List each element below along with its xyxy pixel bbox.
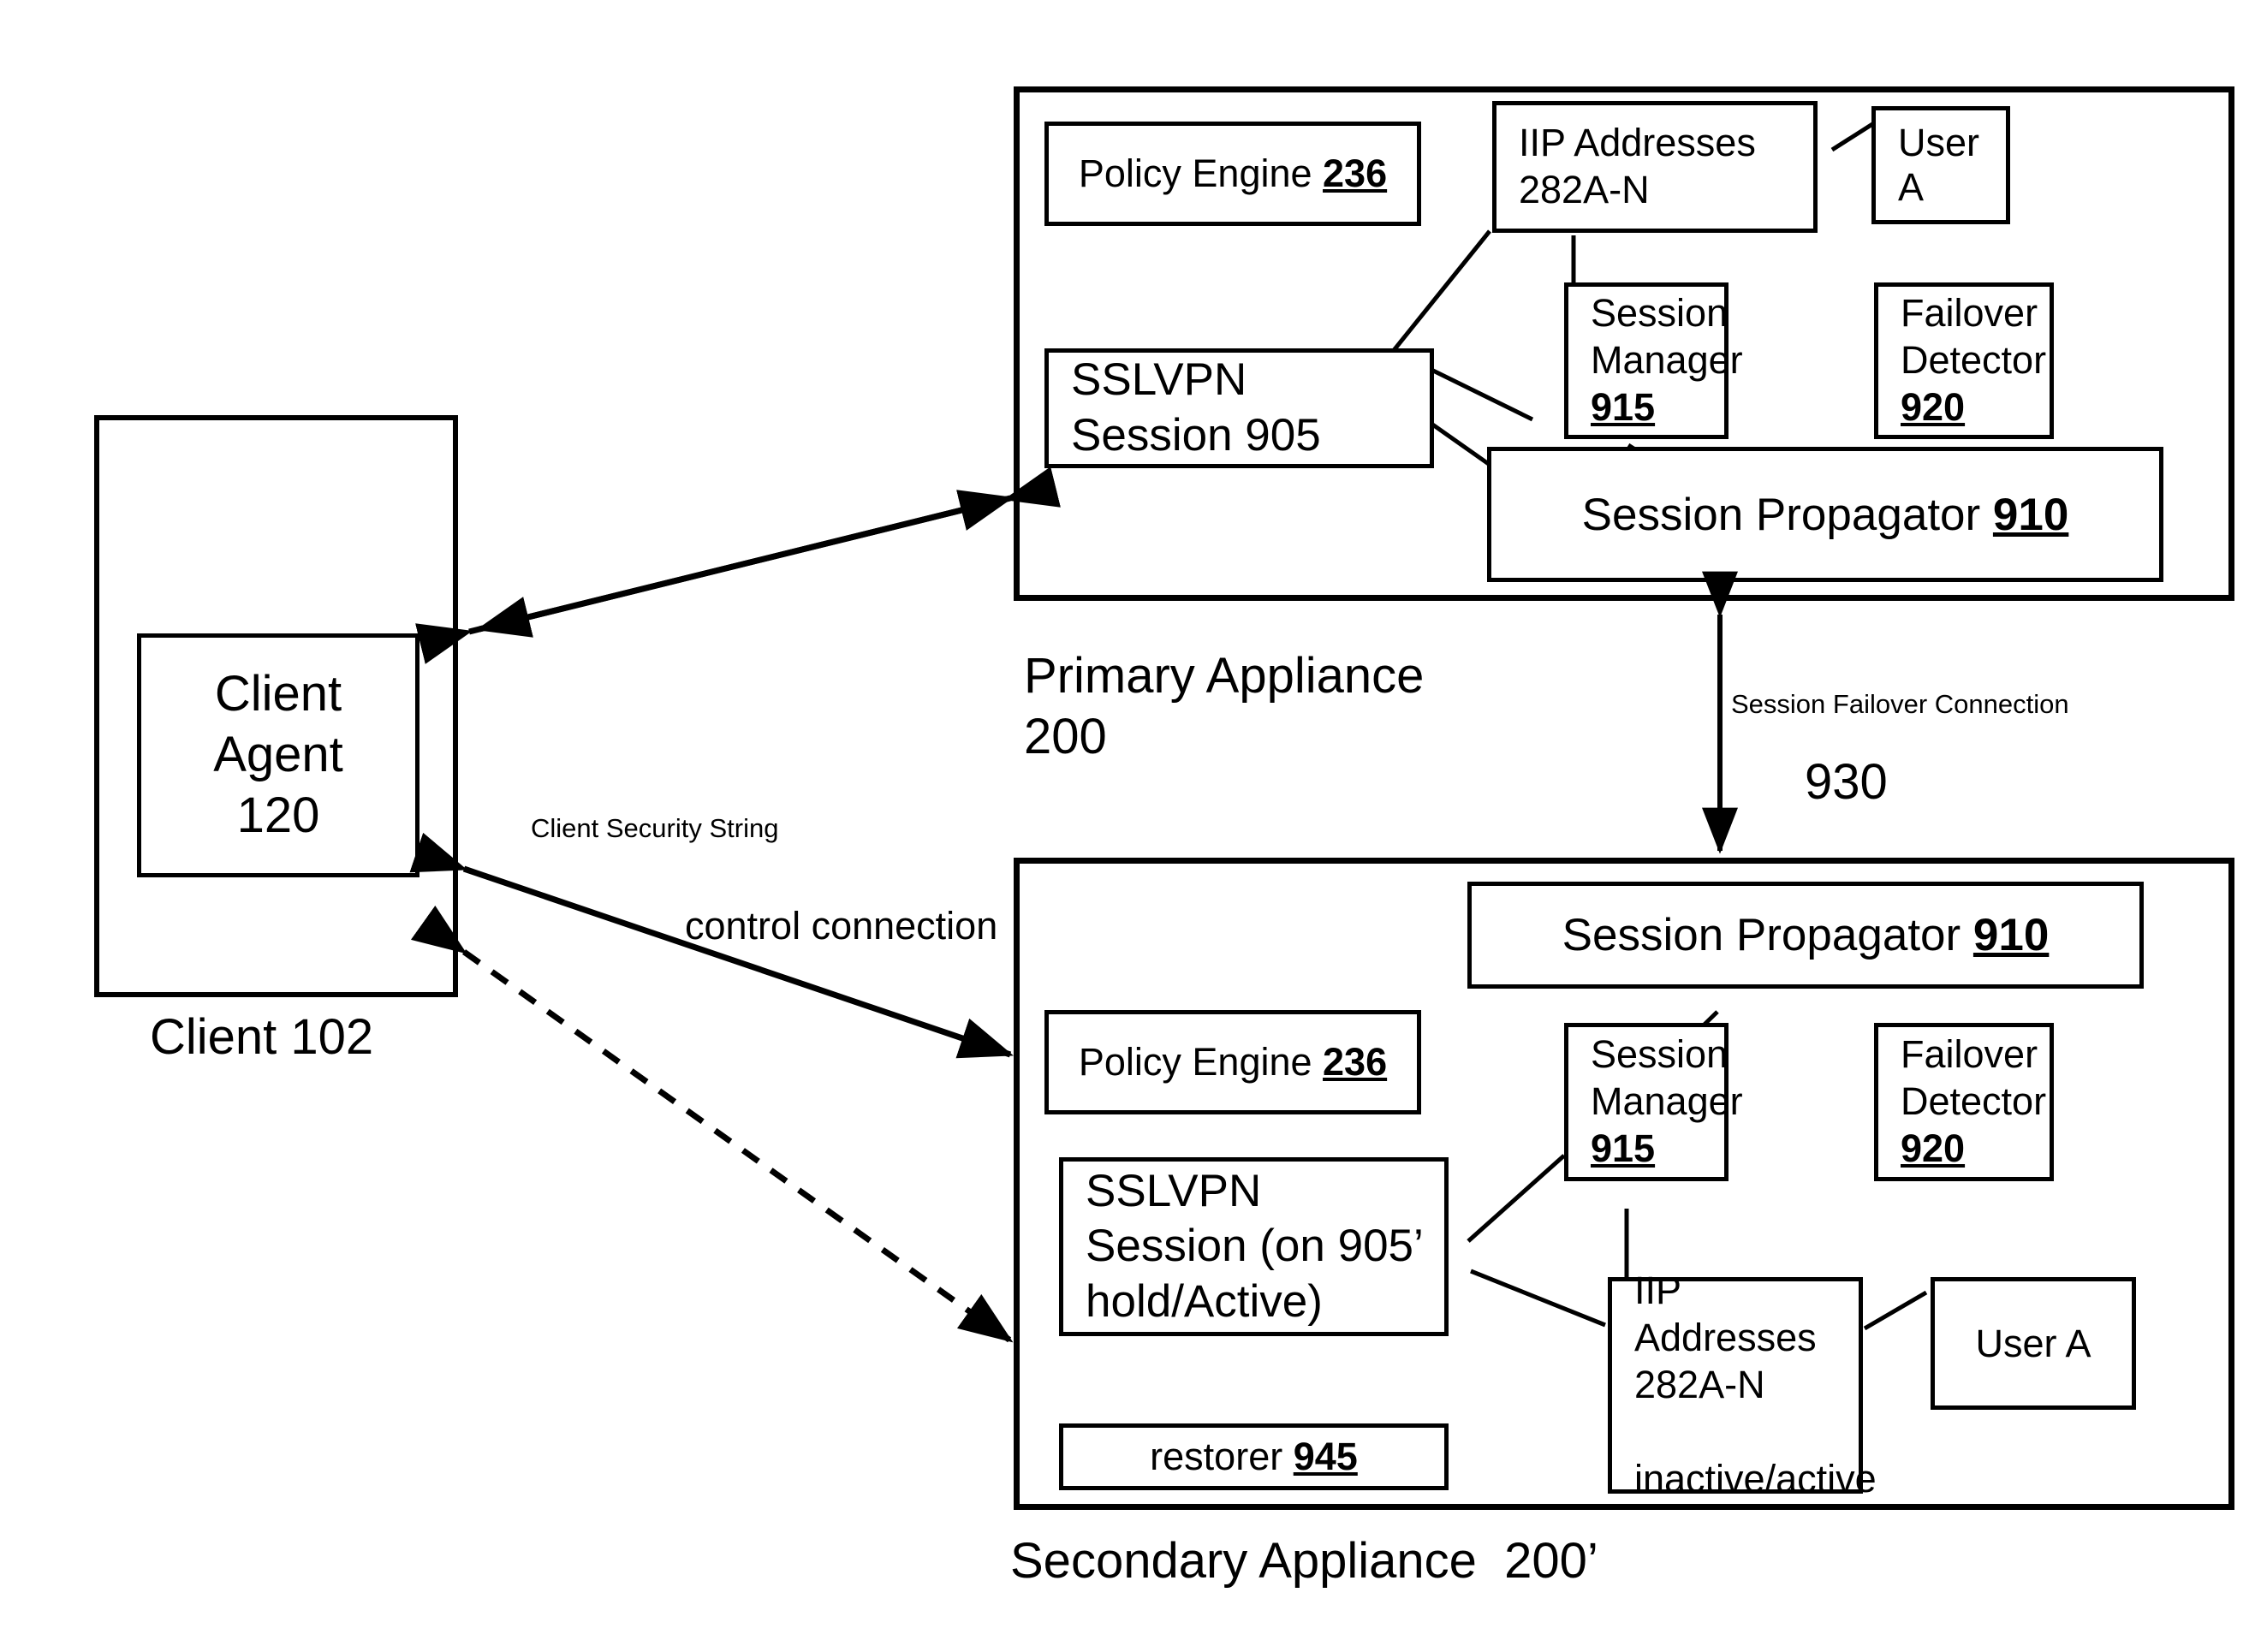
session-failover-connection-label: Session Failover Connection <box>1731 689 2069 719</box>
primary-session-manager-text: Session Manager <box>1591 291 1743 383</box>
control-connection-label: control connection <box>685 904 998 948</box>
primary-session-manager-label: Session Manager 915 <box>1591 290 1743 431</box>
secondary-sslvpn-session-box: SSLVPN Session (on 905’ hold/Active) <box>1059 1157 1449 1336</box>
primary-sslvpn-session-label: SSLVPN Session 905 <box>1071 354 1321 461</box>
secondary-session-propagator-box: Session Propagator 910 <box>1467 882 2144 989</box>
primary-user-a-label: User A <box>1898 121 1980 209</box>
arrow-client-to-primary <box>475 466 1061 638</box>
primary-session-propagator-label: Session Propagator 910 <box>1582 489 2069 541</box>
primary-session-manager-box: Session Manager 915 <box>1564 282 1743 439</box>
primary-session-propagator-box: Session Propagator 910 <box>1487 447 2163 582</box>
secondary-appliance-caption: Secondary Appliance 200’ <box>1010 1533 1598 1589</box>
secondary-iip-addresses-label: IIP Addresses 282A-N inactive/active <box>1634 1269 1877 1500</box>
secondary-failover-detector-label: Failover Detector 920 <box>1901 1031 2050 1173</box>
client-agent-label: Client Agent 120 <box>213 666 343 843</box>
session-failover-connection-ref: 930 <box>1805 754 1888 810</box>
primary-policy-engine-ref: 236 <box>1323 152 1388 195</box>
secondary-policy-engine-box: Policy Engine 236 <box>1044 1010 1421 1114</box>
secondary-policy-engine-label: Policy Engine 236 <box>1079 1040 1387 1084</box>
secondary-failover-detector-ref: 920 <box>1901 1126 1966 1170</box>
secondary-failover-detector-text: Failover Detector <box>1901 1032 2047 1124</box>
primary-session-manager-ref: 915 <box>1591 384 1656 429</box>
secondary-failover-detector-box: Failover Detector 920 <box>1874 1023 2054 1181</box>
secondary-policy-engine-ref: 236 <box>1323 1040 1388 1084</box>
secondary-session-propagator-label: Session Propagator 910 <box>1562 909 2050 961</box>
secondary-iip-addresses-box: IIP Addresses 282A-N inactive/active <box>1608 1269 1877 1500</box>
secondary-session-propagator-ref: 910 <box>1972 910 2050 960</box>
primary-failover-detector-box: Failover Detector 920 <box>1874 282 2054 439</box>
arrow-client-to-primary-b <box>415 490 1014 664</box>
secondary-session-manager-box: Session Manager 915 <box>1564 1023 1743 1181</box>
diagram-canvas: Client Agent 120 Client 102 Policy Engin… <box>0 0 2267 1652</box>
arrow-client-to-secondary-control <box>409 832 1014 1059</box>
secondary-restorer-text: restorer <box>1150 1435 1294 1478</box>
secondary-user-a-label: User A <box>1975 1321 2091 1365</box>
secondary-user-a-box: User A <box>1931 1277 2136 1410</box>
secondary-restorer-ref: 945 <box>1293 1435 1358 1478</box>
secondary-session-propagator-text: Session Propagator <box>1562 910 1973 960</box>
secondary-sslvpn-session-label: SSLVPN Session (on 905’ hold/Active) <box>1086 1165 1424 1327</box>
client-agent-box: Client Agent 120 <box>137 633 419 877</box>
primary-failover-detector-text: Failover Detector <box>1901 291 2047 383</box>
secondary-session-manager-label: Session Manager 915 <box>1591 1031 1743 1173</box>
primary-appliance-caption: Primary Appliance 200 <box>1024 648 1425 764</box>
arrow-client-to-secondary-dashed <box>410 905 1014 1343</box>
primary-iip-addresses-box: IIP Addresses 282A-N <box>1492 101 1818 233</box>
primary-failover-detector-ref: 920 <box>1901 384 1966 429</box>
primary-policy-engine-text: Policy Engine <box>1078 152 1324 195</box>
client-caption: Client 102 <box>150 1009 374 1065</box>
secondary-session-manager-ref: 915 <box>1591 1126 1656 1170</box>
primary-policy-engine-box: Policy Engine 236 <box>1044 122 1421 226</box>
primary-session-propagator-ref: 910 <box>1992 489 2069 540</box>
primary-iip-addresses-label: IIP Addresses 282A-N <box>1519 121 1756 211</box>
primary-failover-detector-label: Failover Detector 920 <box>1901 290 2050 431</box>
client-security-string-label: Client Security String <box>531 813 779 843</box>
secondary-restorer-label: restorer 945 <box>1150 1435 1358 1479</box>
primary-policy-engine-label: Policy Engine 236 <box>1079 152 1387 196</box>
secondary-session-manager-text: Session Manager <box>1591 1032 1743 1124</box>
primary-sslvpn-session-box: SSLVPN Session 905 <box>1044 348 1434 468</box>
primary-user-a-box: User A <box>1871 106 2010 224</box>
secondary-policy-engine-text: Policy Engine <box>1078 1040 1324 1084</box>
primary-session-propagator-text: Session Propagator <box>1581 489 1993 540</box>
secondary-restorer-box: restorer 945 <box>1059 1423 1449 1490</box>
